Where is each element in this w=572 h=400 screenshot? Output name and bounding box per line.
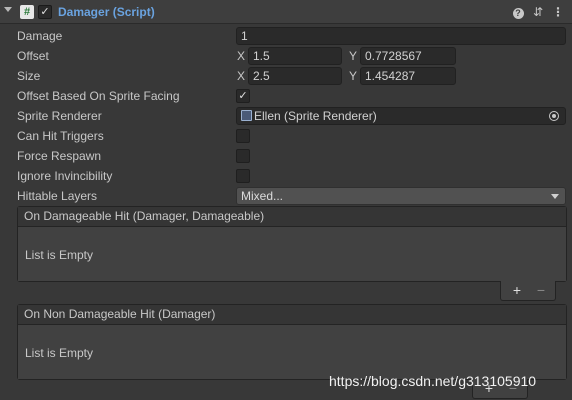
offset-x-label: X [237,49,246,63]
list-empty-text: List is Empty [25,346,94,360]
ignore-invincibility-checkbox[interactable] [236,169,250,183]
sprite-renderer-icon [241,110,252,121]
component-title: Damager (Script) [58,5,155,19]
ignore-invincibility-row: Ignore Invincibility [0,166,572,186]
offset-x-field[interactable]: 1.5 [248,47,342,65]
force-respawn-label: Force Respawn [17,149,102,163]
component-enabled-checkbox[interactable]: ✓ [38,5,52,19]
foldout-arrow-icon[interactable] [4,7,12,12]
size-y-label: Y [349,69,358,83]
offset-y-field[interactable]: 0.7728567 [360,47,456,65]
sprite-renderer-row: Sprite Renderer Ellen (Sprite Renderer) [0,106,572,126]
watermark-text: https://blog.csdn.net/g313105910 [329,373,537,389]
damage-row: Damage 1 [0,26,572,46]
help-icon[interactable]: ? [510,4,526,20]
remove-listener-button[interactable]: − [531,281,551,299]
size-label: Size [17,69,41,83]
event-list: List is Empty [18,227,566,281]
on-damageable-hit-event: On Damageable Hit (Damager, Damageable) … [17,206,567,282]
force-respawn-checkbox[interactable] [236,149,250,163]
size-y-field[interactable]: 1.454287 [360,67,456,85]
script-icon: # [20,5,34,19]
event-list: List is Empty [18,325,566,379]
list-empty-text: List is Empty [25,248,94,262]
offset-based-on-sprite-facing-row: Offset Based On Sprite Facing ✓ [0,86,572,106]
hittable-layers-value: Mixed... [241,189,284,203]
force-respawn-row: Force Respawn [0,146,572,166]
object-picker-icon[interactable] [549,111,559,121]
chevron-down-icon [551,194,559,199]
offset-y-label: Y [349,49,358,63]
hittable-layers-dropdown[interactable]: Mixed... [236,187,566,205]
offset-row: Offset X 1.5 Y 0.7728567 [0,46,572,66]
size-row: Size X 2.5 Y 1.454287 [0,66,572,86]
damage-field[interactable]: 1 [236,27,566,45]
presets-icon[interactable]: ⇵ [530,4,546,20]
offset-based-on-sprite-facing-checkbox[interactable]: ✓ [236,89,250,103]
event-header: On Non Damageable Hit (Damager) [18,305,566,325]
can-hit-triggers-label: Can Hit Triggers [17,129,104,143]
hittable-layers-label: Hittable Layers [17,189,98,203]
damage-label: Damage [17,29,63,43]
event-header: On Damageable Hit (Damager, Damageable) [18,207,566,227]
ignore-invincibility-label: Ignore Invincibility [17,169,113,183]
on-non-damageable-hit-event: On Non Damageable Hit (Damager) List is … [17,304,567,380]
offset-label: Offset [17,49,49,63]
sprite-renderer-value: Ellen (Sprite Renderer) [254,109,377,123]
sprite-renderer-label: Sprite Renderer [17,109,102,123]
event-list-footer: + − [500,281,556,301]
can-hit-triggers-row: Can Hit Triggers [0,126,572,146]
component-header: # ✓ Damager (Script) ? ⇵ ⋮ [0,0,572,24]
more-options-icon[interactable]: ⋮ [550,4,566,20]
add-listener-button[interactable]: + [507,281,527,299]
size-x-label: X [237,69,246,83]
hittable-layers-row: Hittable Layers Mixed... [0,186,572,206]
offset-based-on-sprite-facing-label: Offset Based On Sprite Facing [17,89,180,103]
can-hit-triggers-checkbox[interactable] [236,129,250,143]
size-x-field[interactable]: 2.5 [248,67,342,85]
sprite-renderer-object-field[interactable]: Ellen (Sprite Renderer) [236,107,566,125]
